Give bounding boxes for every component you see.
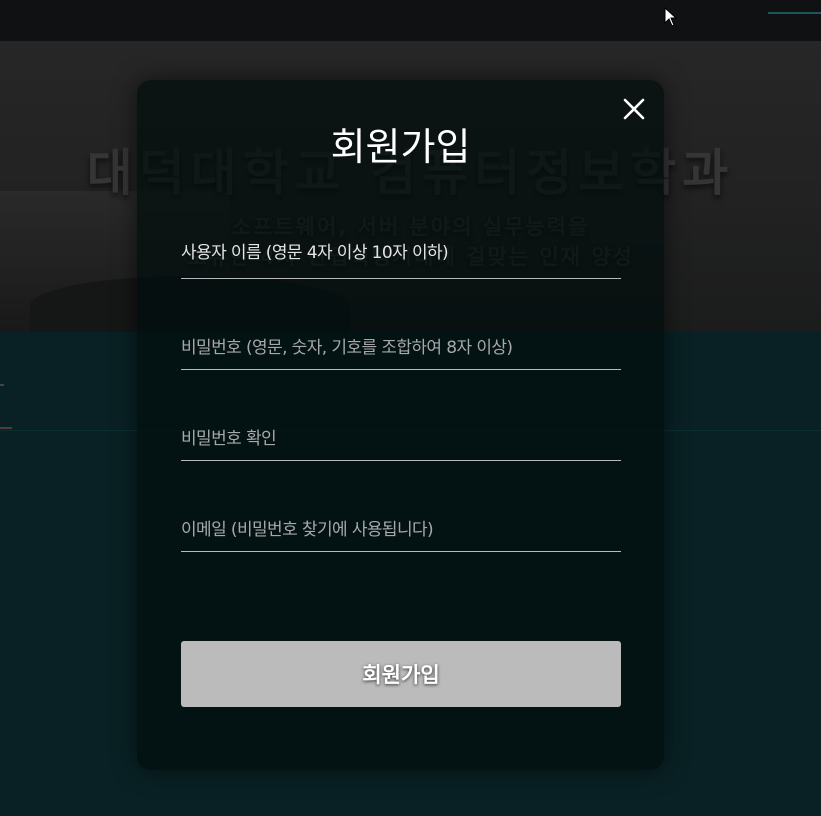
email-field-wrapper bbox=[181, 511, 621, 552]
password-field-wrapper bbox=[181, 329, 621, 370]
password-input[interactable] bbox=[181, 329, 621, 367]
password-confirm-input[interactable] bbox=[181, 420, 621, 458]
close-button[interactable] bbox=[621, 96, 647, 122]
signup-modal: 회원가입 사용자 이름 (영문 4자 이상 10자 이하) 회원가입 bbox=[137, 80, 664, 770]
modal-title: 회원가입 bbox=[330, 125, 471, 169]
signup-submit-button[interactable]: 회원가입 bbox=[181, 641, 621, 707]
mouse-pointer-icon bbox=[664, 6, 678, 31]
username-field[interactable]: 사용자 이름 (영문 4자 이상 10자 이하) bbox=[181, 238, 621, 279]
close-icon bbox=[623, 98, 645, 120]
username-floating-label: 사용자 이름 (영문 4자 이상 10자 이하) bbox=[181, 243, 449, 263]
page: 대덕대학교 컴퓨터정보학과 소프트웨어, 서버 분야의 실무능력을 보유한 4차… bbox=[0, 0, 821, 816]
password-confirm-field-wrapper bbox=[181, 420, 621, 461]
email-input[interactable] bbox=[181, 511, 621, 549]
